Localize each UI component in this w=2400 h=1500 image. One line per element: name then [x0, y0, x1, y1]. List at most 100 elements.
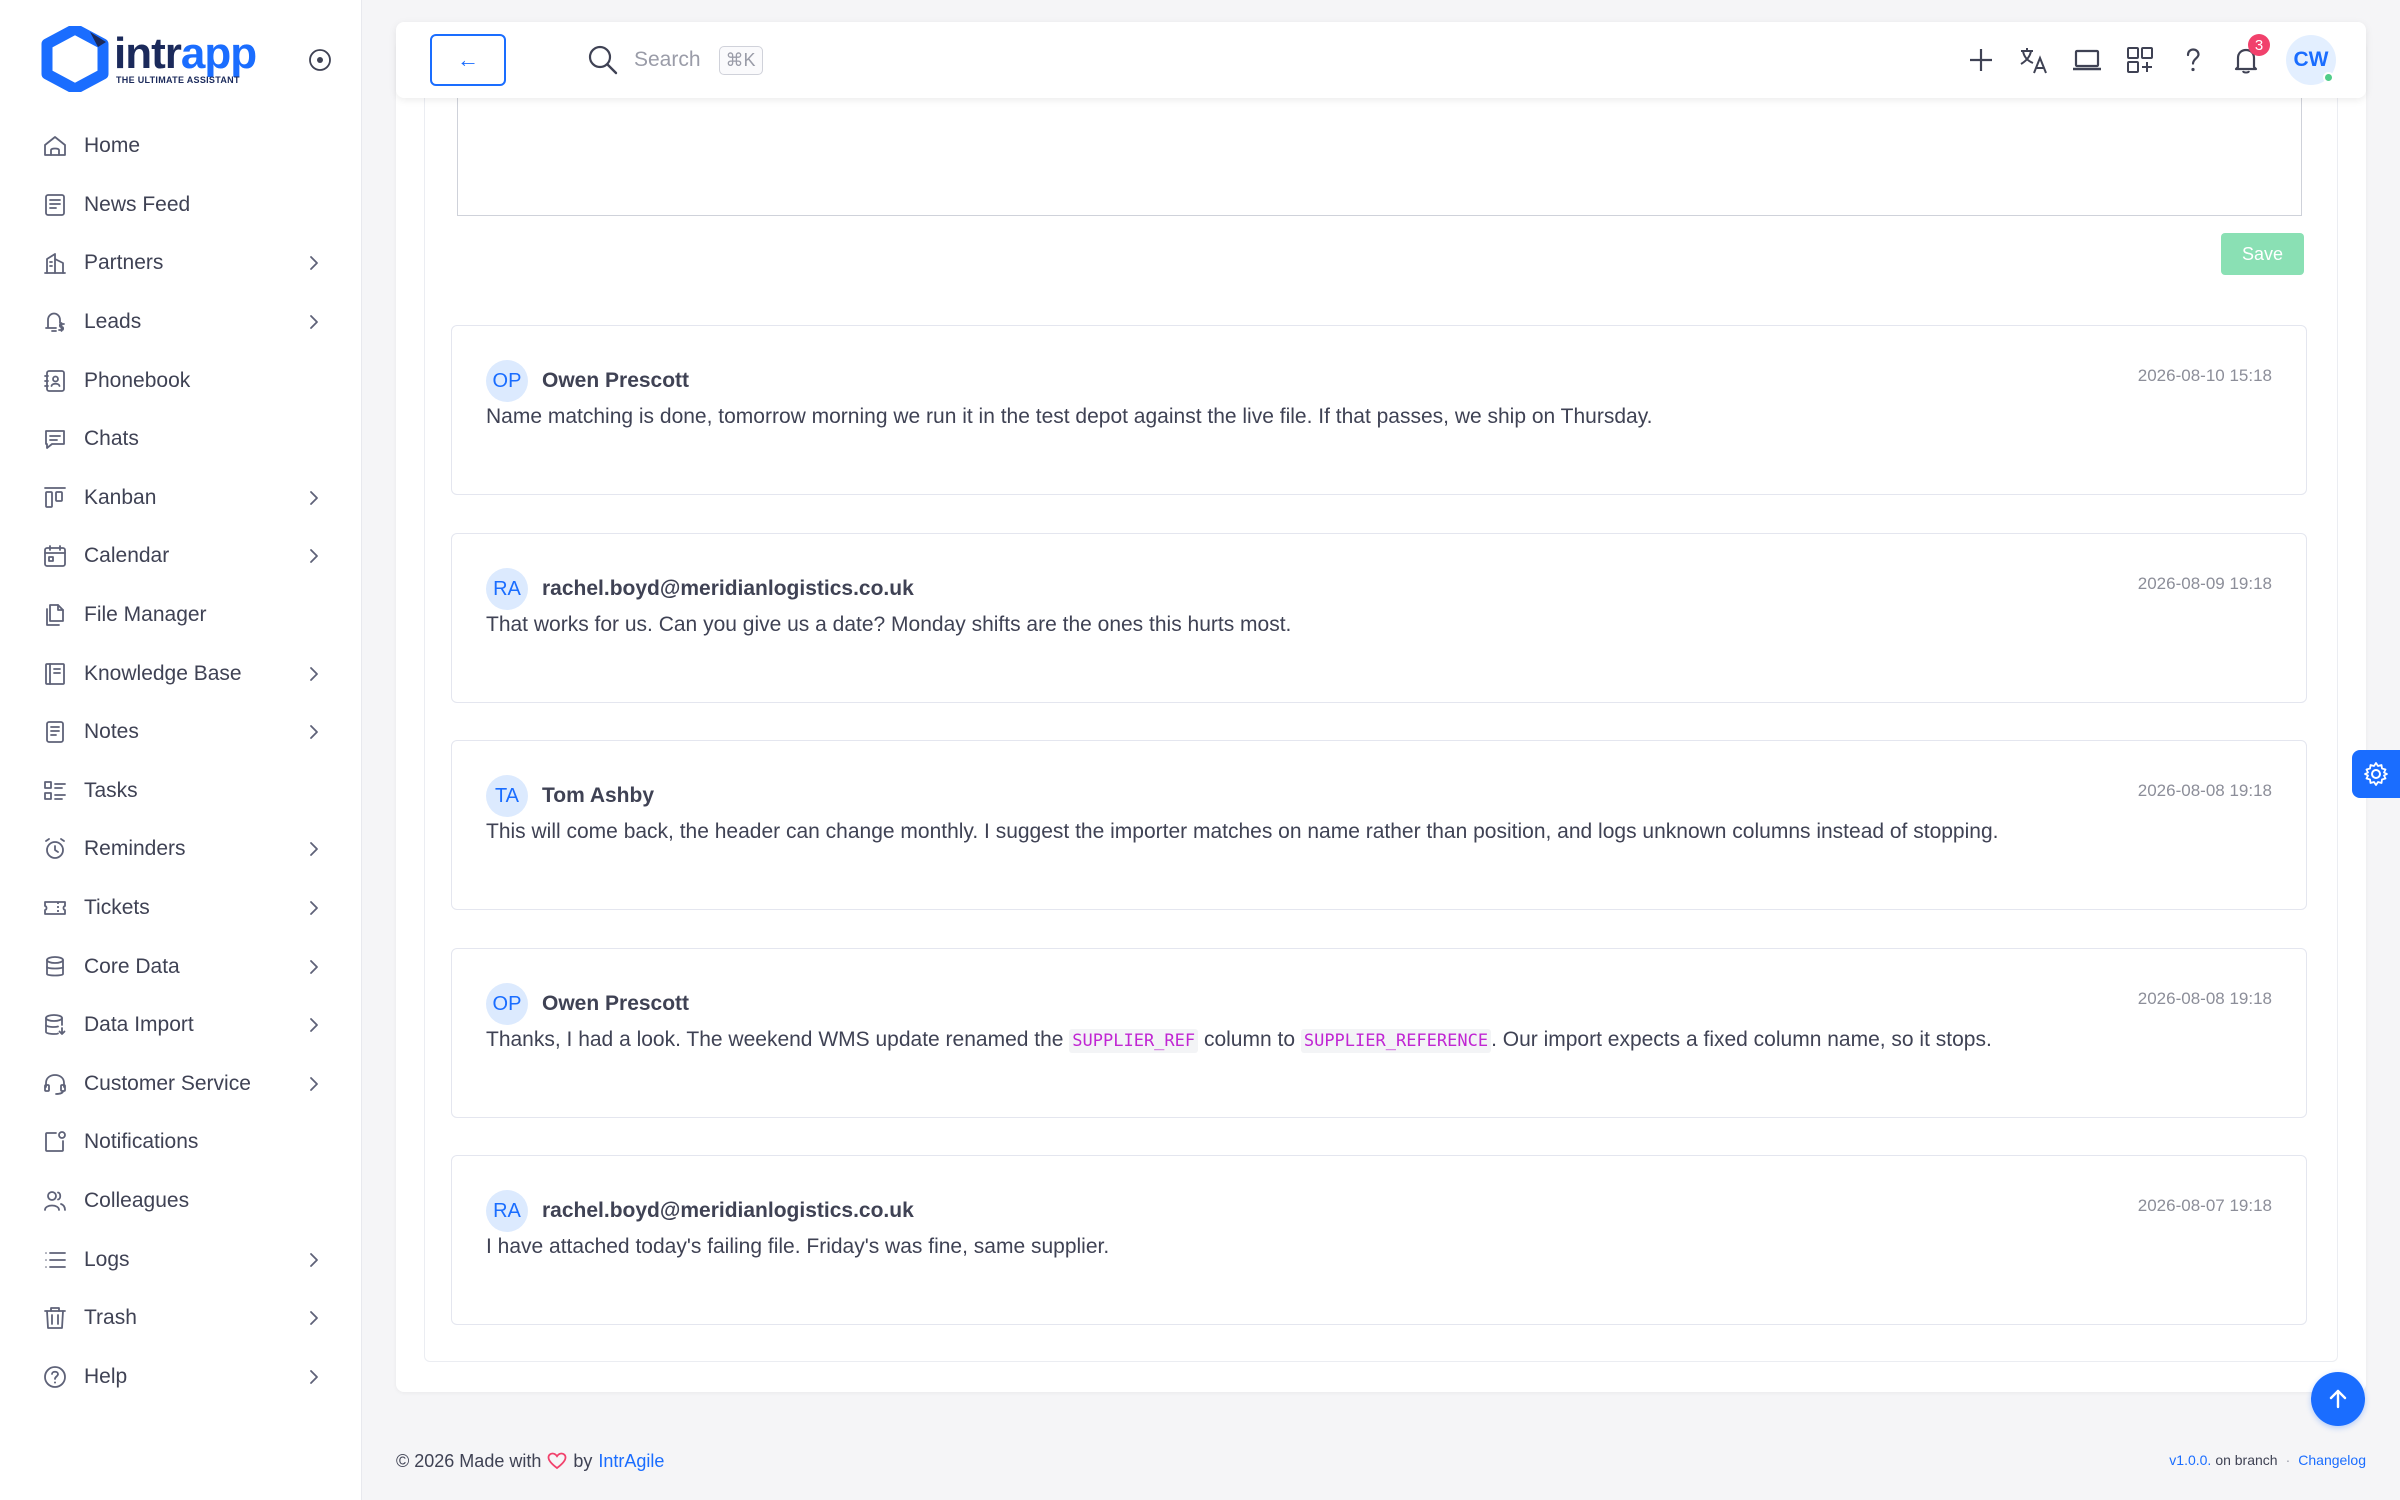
- chevron-right-icon[interactable]: [304, 664, 324, 684]
- comment-header: OP Owen Prescott: [486, 360, 689, 402]
- ticket-icon: [42, 895, 68, 921]
- sidebar-item-chats[interactable]: Chats: [26, 410, 336, 469]
- help-button[interactable]: [2175, 42, 2211, 78]
- bell-dollar-icon: [42, 309, 68, 335]
- sidebar-item-knowledge-base[interactable]: Knowledge Base: [26, 644, 336, 703]
- sidebar-item-leads[interactable]: Leads: [26, 293, 336, 352]
- language-button[interactable]: [2016, 42, 2052, 78]
- comment-avatar: RA: [486, 1190, 528, 1232]
- search-bar[interactable]: Search ⌘K: [586, 40, 763, 80]
- footer-copyright: © 2026 Made with: [396, 1450, 542, 1471]
- chevron-right-icon[interactable]: [304, 312, 324, 332]
- comment-text: This will come back, the header can chan…: [486, 820, 1999, 843]
- sidebar-item-label: Partners: [84, 251, 164, 275]
- comment-header: RA rachel.boyd@meridianlogistics.co.uk: [486, 568, 914, 610]
- sidebar-item-label: Knowledge Base: [84, 661, 242, 685]
- alarm-icon: [42, 836, 68, 862]
- topbar: ← Search ⌘K 3 CW: [396, 22, 2366, 98]
- add-button[interactable]: [1963, 42, 1999, 78]
- company-link[interactable]: IntrAgile: [598, 1451, 664, 1472]
- sidebar-item-customer-service[interactable]: Customer Service: [26, 1055, 336, 1114]
- sidebar-item-home[interactable]: Home: [26, 117, 336, 176]
- chevron-right-icon[interactable]: [304, 488, 324, 508]
- sidebar-item-label: Colleagues: [84, 1188, 190, 1212]
- sidebar-item-tasks[interactable]: Tasks: [26, 762, 336, 821]
- arrow-up-icon: [2329, 1389, 2347, 1409]
- sidebar-item-news-feed[interactable]: News Feed: [26, 176, 336, 235]
- brand-name: intrapp: [114, 29, 257, 78]
- comment-date: 2026-08-08 19:18: [2137, 781, 2272, 800]
- comment-card: OP Owen Prescott 2026-08-08 19:18 Thanks, I…: [451, 948, 2307, 1118]
- comment-header: OP Owen Prescott: [486, 983, 689, 1025]
- question-icon: [2186, 48, 2200, 72]
- users-icon: [42, 1188, 68, 1214]
- comment-card: RA rachel.boyd@meridianlogistics.co.uk 202…: [451, 1155, 2307, 1325]
- sidebar-item-label: Reminders: [84, 837, 186, 861]
- sidebar-item-notifications[interactable]: Notifications: [26, 1113, 336, 1172]
- comment-header: RA rachel.boyd@meridianlogistics.co.uk: [486, 1190, 914, 1232]
- chevron-right-icon[interactable]: [304, 253, 324, 273]
- sidebar-item-tickets[interactable]: Tickets: [26, 879, 336, 938]
- sidebar-item-trash[interactable]: Trash: [26, 1289, 336, 1348]
- sidebar-item-kanban[interactable]: Kanban: [26, 469, 336, 528]
- sidebar-item-label: Home: [84, 134, 141, 158]
- chevron-right-icon[interactable]: [304, 898, 324, 918]
- topbar-actions: 3 CW: [1946, 34, 2336, 85]
- version-link[interactable]: v1.0.0.: [2169, 1452, 2211, 1468]
- sidebar-item-label: Leads: [84, 310, 142, 334]
- sidebar-item-notes[interactable]: Notes: [26, 703, 336, 762]
- comment-avatar: RA: [486, 568, 528, 610]
- sidebar-item-calendar[interactable]: Calendar: [26, 527, 336, 586]
- changelog-link[interactable]: Changelog: [2298, 1452, 2366, 1468]
- chevron-right-icon[interactable]: [304, 1015, 324, 1035]
- sidebar-item-label: Tasks: [84, 778, 138, 802]
- sidebar-item-phonebook[interactable]: Phonebook: [26, 351, 336, 410]
- comment-author: Owen Prescott: [542, 992, 690, 1015]
- sidebar-item-help[interactable]: Help: [26, 1347, 336, 1406]
- scroll-to-top-button[interactable]: [2311, 1372, 2365, 1426]
- comment-date: 2026-08-09 19:18: [2137, 574, 2272, 593]
- apps-button[interactable]: [2122, 42, 2158, 78]
- sidebar-item-partners[interactable]: Partners: [26, 234, 336, 293]
- comment-date: 2026-08-07 19:18: [2137, 1196, 2272, 1215]
- chevron-right-icon[interactable]: [304, 1367, 324, 1387]
- laptop-icon: [2073, 49, 2101, 71]
- sidebar-item-label: Core Data: [84, 954, 180, 978]
- comment-text: I have attached today's failing file. Fr…: [486, 1235, 1110, 1258]
- chevron-right-icon[interactable]: [304, 722, 324, 742]
- phonebook-icon: [42, 368, 68, 394]
- chevron-right-icon[interactable]: [304, 1308, 324, 1328]
- sidebar-item-core-data[interactable]: Core Data: [26, 937, 336, 996]
- sidebar-item-label: File Manager: [84, 603, 207, 627]
- apps-grid-icon: [2127, 47, 2153, 73]
- notification-icon: [42, 1129, 68, 1155]
- chevron-right-icon[interactable]: [304, 546, 324, 566]
- display-button[interactable]: [2069, 42, 2105, 78]
- chevron-right-icon[interactable]: [304, 1250, 324, 1270]
- comment-avatar: OP: [486, 360, 528, 402]
- sidebar: intrapp THE ULTIMATE ASSISTANT Home News …: [0, 0, 362, 1500]
- back-button[interactable]: ←: [430, 34, 506, 86]
- sidebar-item-file-manager[interactable]: File Manager: [26, 586, 336, 645]
- user-initials: CW: [2293, 48, 2329, 71]
- notifications-button[interactable]: 3: [2228, 34, 2270, 78]
- comment-date: 2026-08-10 15:18: [2137, 366, 2272, 385]
- save-button[interactable]: Save: [2221, 233, 2304, 275]
- home-icon: [42, 133, 68, 159]
- sidebar-item-label: Tickets: [84, 896, 150, 920]
- search-placeholder: Search: [634, 48, 701, 71]
- kanban-icon: [42, 485, 68, 511]
- brand-logo[interactable]: intrapp THE ULTIMATE ASSISTANT: [40, 26, 257, 92]
- chevron-right-icon[interactable]: [304, 1074, 324, 1094]
- chevron-right-icon[interactable]: [304, 957, 324, 977]
- sidebar-item-data-import[interactable]: Data Import: [26, 996, 336, 1055]
- sidebar-item-reminders[interactable]: Reminders: [26, 820, 336, 879]
- sidebar-item-colleagues[interactable]: Colleagues: [26, 1172, 336, 1231]
- comment-author: Owen Prescott: [542, 369, 690, 392]
- code-snippet: SUPPLIER_REFERENCE: [1300, 1029, 1492, 1053]
- user-avatar[interactable]: CW: [2286, 35, 2336, 85]
- sidebar-toggle-icon[interactable]: [308, 48, 332, 72]
- sidebar-item-logs[interactable]: Logs: [26, 1230, 336, 1289]
- settings-toggle[interactable]: [2352, 750, 2400, 798]
- chevron-right-icon[interactable]: [304, 839, 324, 859]
